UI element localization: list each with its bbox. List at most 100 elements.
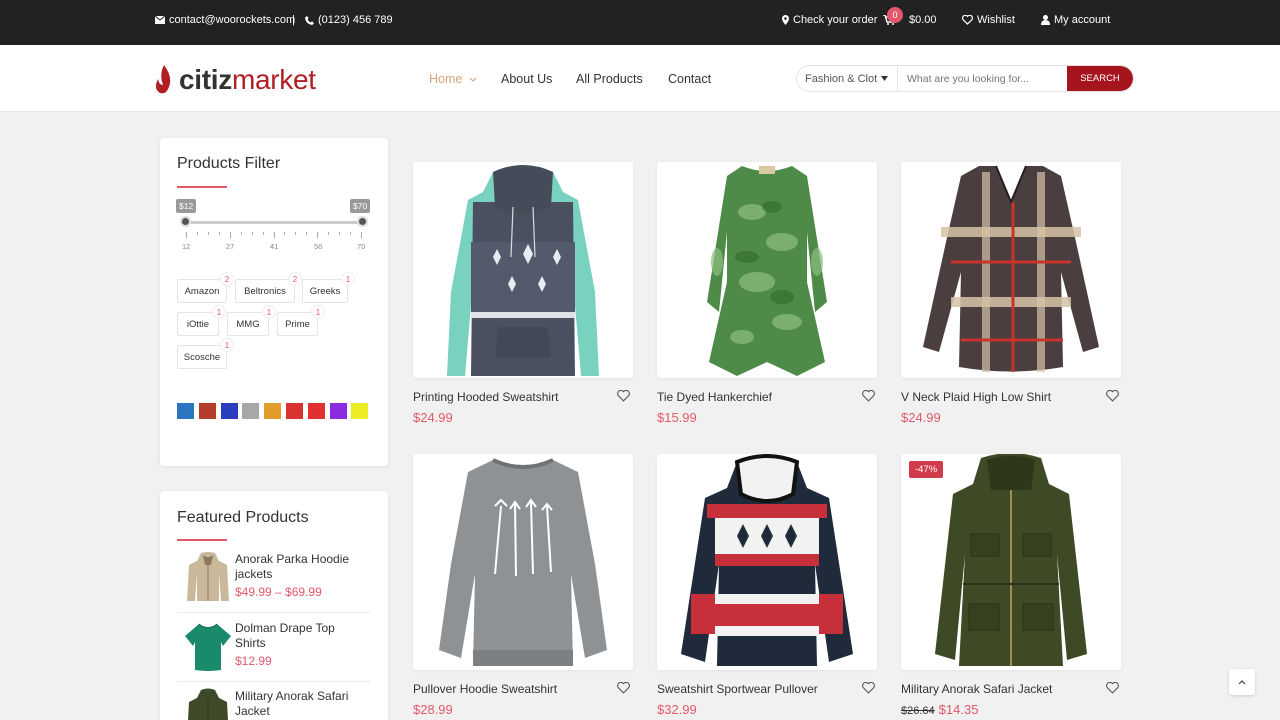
slider-ticks (186, 232, 362, 238)
parka-thumbnail (187, 552, 229, 601)
product-name[interactable]: Sweatshirt Sportwear Pullover (657, 682, 818, 696)
wishlist-heart-icon[interactable] (1106, 390, 1119, 402)
brand-filter-scosche[interactable]: Scosche 1 (177, 338, 234, 369)
product-image-printing-hooded-sweatshirt[interactable] (413, 162, 633, 378)
filter-title: Products Filter (177, 155, 281, 172)
featured-products-panel: Featured Products Anorak Parka Hoodie ja… (160, 491, 388, 720)
brand-filter-beltronics[interactable]: Beltronics 2 (235, 272, 302, 303)
featured-title: Featured Products (177, 509, 309, 526)
color-swatch[interactable] (198, 403, 216, 419)
product-price: $15.99 (657, 410, 697, 425)
chevron-up-icon (1238, 679, 1246, 684)
product-price: $24.99 (413, 410, 453, 425)
nav-all-products[interactable]: All Products (576, 72, 643, 86)
back-to-top-button[interactable] (1229, 669, 1255, 695)
color-swatch[interactable] (286, 403, 303, 419)
sale-badge: -47% (909, 461, 944, 478)
color-swatch[interactable] (177, 403, 194, 419)
topbar-divider: | (292, 14, 295, 26)
nav-about-us[interactable]: About Us (501, 72, 552, 86)
search-bar: Fashion & Clothing SEARCH (796, 65, 1134, 92)
brand-filter-mmg[interactable]: MMG 1 (227, 305, 276, 336)
color-swatch[interactable] (220, 403, 238, 419)
search-category-select[interactable]: Fashion & Clothing (797, 66, 898, 91)
brand-filter-amazon[interactable]: Amazon 2 (177, 272, 234, 303)
featured-divider (177, 681, 371, 682)
featured-divider (177, 612, 371, 613)
tick-label: 27 (226, 242, 235, 251)
tick-label: 12 (182, 242, 191, 251)
account-link[interactable]: My account (1041, 14, 1110, 26)
phone-icon (305, 15, 314, 25)
envelope-icon (155, 16, 165, 24)
product-price: $24.99 (901, 410, 941, 425)
product-old-price: $26.64 (901, 705, 935, 717)
product-name[interactable]: Pullover Hoodie Sweatshirt (413, 682, 557, 696)
product-name[interactable]: V Neck Plaid High Low Shirt (901, 390, 1051, 404)
user-icon (1041, 15, 1050, 25)
featured-item[interactable]: Military Anorak Safari Jacket (177, 688, 371, 720)
price-min-label: $12 (176, 199, 197, 213)
tick-label: 41 (270, 242, 279, 251)
product-image-pullover-hoodie-sweatshirt[interactable] (413, 454, 633, 670)
caret-down-icon (881, 76, 888, 81)
brand-filter-greeks[interactable]: Greeks 1 (302, 272, 355, 303)
price-slider-max-handle[interactable] (357, 216, 368, 227)
site-header: citizmarket Home About Us All Products C… (0, 45, 1280, 112)
wishlist-link[interactable]: Wishlist (962, 14, 1015, 26)
price-slider-min-handle[interactable] (180, 216, 191, 227)
price-slider-track[interactable] (185, 221, 363, 224)
top-bar: contact@woorockets.com | (0123) 456 789 … (0, 0, 1280, 45)
wishlist-heart-icon[interactable] (1106, 682, 1119, 694)
tie-dye-dress-image (707, 166, 827, 376)
color-swatch[interactable] (264, 403, 282, 419)
plaid-shirt-image (923, 165, 1099, 372)
wishlist-heart-icon[interactable] (862, 390, 875, 402)
nav-contact[interactable]: Contact (668, 72, 711, 86)
product-image-sweatshirt-sportwear-pullover[interactable] (657, 454, 877, 670)
brand-filter-prime[interactable]: Prime 1 (277, 305, 325, 336)
flame-logo-icon (155, 65, 171, 94)
brand-filter-iottie[interactable]: iOttie 1 (177, 305, 226, 336)
cart-count-badge: 0 (887, 7, 903, 23)
heart-icon (962, 15, 973, 25)
nav-home[interactable]: Home (429, 72, 477, 86)
product-price: $32.99 (657, 702, 697, 717)
wishlist-heart-icon[interactable] (617, 390, 630, 402)
color-swatch[interactable] (307, 403, 325, 419)
contact-email[interactable]: contact@woorockets.com (155, 14, 295, 26)
title-underline (177, 539, 227, 541)
color-swatch[interactable] (329, 403, 347, 419)
title-underline (177, 186, 227, 188)
search-button[interactable]: SEARCH (1067, 66, 1133, 91)
wishlist-heart-icon[interactable] (617, 682, 630, 694)
anorak-thumbnail (188, 688, 228, 720)
color-swatch[interactable] (242, 403, 260, 419)
product-price: $26.64 $14.35 (901, 702, 978, 717)
color-swatch[interactable] (351, 403, 369, 419)
tick-label: 70 (357, 242, 366, 251)
product-image-v-neck-plaid-shirt[interactable] (901, 162, 1121, 378)
product-image-tie-dyed-hankerchief[interactable] (657, 162, 877, 378)
tick-label: 56 (314, 242, 323, 251)
site-logo[interactable]: citizmarket (155, 64, 316, 96)
featured-item[interactable]: Anorak Parka Hoodie jackets $49.99 – $69… (177, 551, 371, 611)
product-name[interactable]: Tie Dyed Hankerchief (657, 390, 772, 404)
map-marker-icon (782, 15, 789, 25)
featured-item[interactable]: Dolman Drape Top Shirts $12.99 (177, 620, 371, 680)
search-input[interactable] (898, 66, 1067, 91)
grey-arrow-sweatshirt-image (439, 458, 607, 666)
product-image-military-anorak-safari-jacket[interactable]: -47% (901, 454, 1121, 670)
wishlist-heart-icon[interactable] (862, 682, 875, 694)
product-sale-price: $14.35 (938, 702, 979, 717)
drape-top-thumbnail (185, 623, 231, 671)
check-order-link[interactable]: Check your order (782, 14, 877, 26)
product-price: $28.99 (413, 702, 453, 717)
nordic-sweater-image (681, 454, 853, 666)
price-max-label: $70 (350, 199, 371, 213)
product-name[interactable]: Military Anorak Safari Jacket (901, 682, 1052, 696)
product-name[interactable]: Printing Hooded Sweatshirt (413, 390, 558, 404)
contact-phone[interactable]: (0123) 456 789 (305, 14, 393, 26)
olive-jacket-image (935, 454, 1087, 666)
products-filter-panel: Products Filter $12 $70 12 27 41 56 70 A… (160, 138, 388, 466)
